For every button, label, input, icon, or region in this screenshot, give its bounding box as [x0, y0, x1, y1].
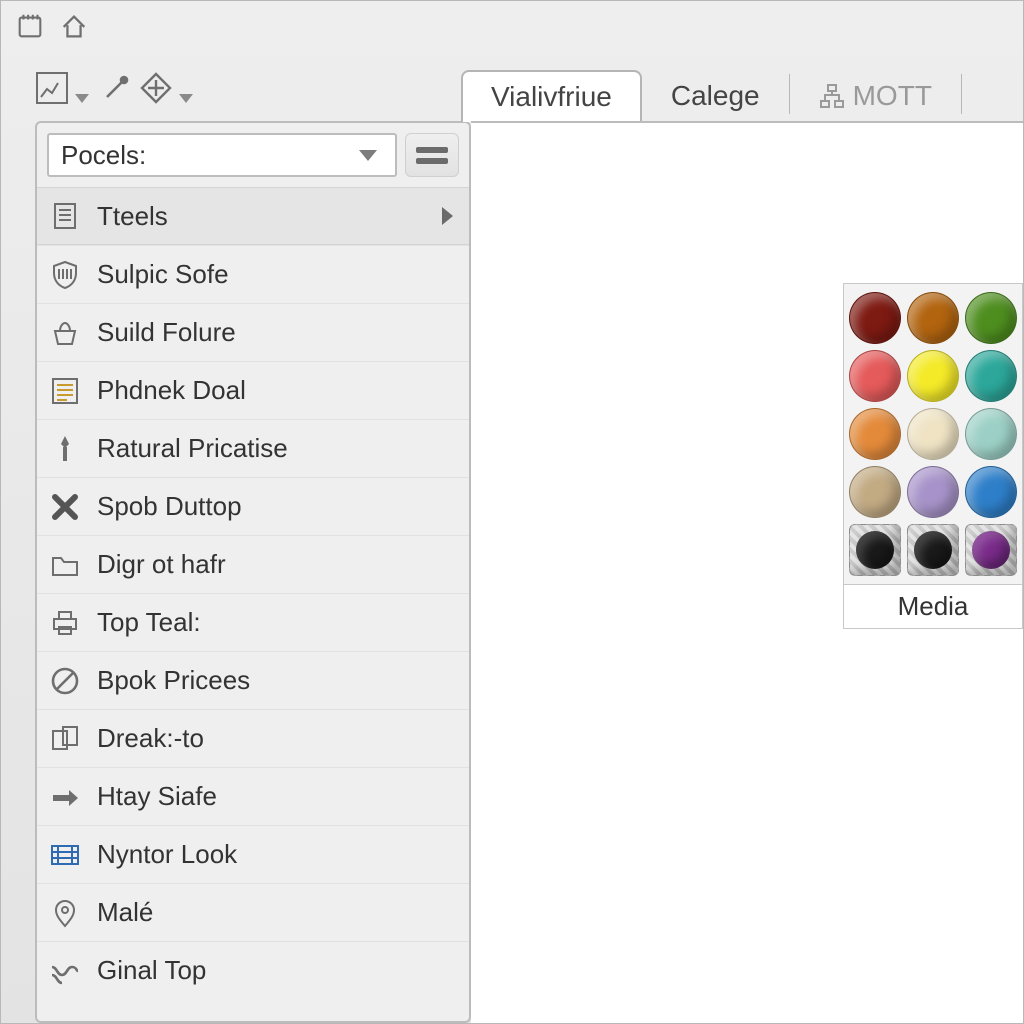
list-item-nyntor-look[interactable]: Nyntor Look — [37, 825, 469, 883]
color-swatch[interactable] — [849, 408, 901, 460]
list-item-label: Ginal Top — [97, 955, 206, 986]
pin-icon — [47, 895, 83, 931]
palette-label: Media — [843, 585, 1023, 629]
tab-bar: Vialivfriue Calege MOTT — [461, 66, 962, 122]
list-item-label: Sulpic Sofe — [97, 259, 229, 290]
canvas-area[interactable]: Media — [471, 121, 1023, 1023]
list-item-label: Spob Duttop — [97, 491, 242, 522]
list-item-tteels[interactable]: Tteels — [37, 187, 469, 245]
color-swatch[interactable] — [849, 350, 901, 402]
list-item-spob-duttop[interactable]: Spob Duttop — [37, 477, 469, 535]
home-icon[interactable] — [59, 11, 89, 46]
notebook-icon[interactable] — [15, 11, 45, 46]
color-swatch[interactable] — [965, 408, 1017, 460]
titlebar — [1, 1, 1023, 49]
item-list: Tteels Sulpic Sofe Suild Folure — [37, 187, 469, 1021]
app-window: Vialivfriue Calege MOTT — [0, 0, 1024, 1024]
list-item-bpok-pricees[interactable]: Bpok Pricees — [37, 651, 469, 709]
side-panel-header: Pocels: — [37, 123, 469, 187]
main-area: Pocels: Tteels — [1, 121, 1023, 1023]
basket-icon — [47, 315, 83, 351]
tab-label: Vialivfriue — [491, 81, 612, 113]
hamburger-line — [416, 158, 448, 164]
list-item-male[interactable]: Malé — [37, 883, 469, 941]
tab-mott[interactable]: MOTT — [790, 70, 961, 122]
list-item-label: Bpok Pricees — [97, 665, 250, 696]
list-item-label: Htay Siafe — [97, 781, 217, 812]
wave-icon — [47, 953, 83, 989]
list-item-label: Tteels — [97, 201, 168, 232]
diamond-tool-button[interactable] — [139, 69, 173, 107]
list-item-digr-ot-hafr[interactable]: Digr ot hafr — [37, 535, 469, 593]
printer-icon — [47, 605, 83, 641]
color-swatch[interactable] — [965, 466, 1017, 518]
list-item-label: Digr ot hafr — [97, 549, 226, 580]
color-swatch[interactable] — [965, 292, 1017, 344]
color-swatch[interactable] — [965, 350, 1017, 402]
list-item-ginal-top[interactable]: Ginal Top — [37, 941, 469, 999]
color-swatch[interactable] — [849, 466, 901, 518]
network-icon — [819, 83, 845, 109]
document-icon — [47, 198, 83, 234]
wand-tool-button[interactable] — [99, 69, 133, 107]
toolbar-row: Vialivfriue Calege MOTT — [1, 49, 1023, 121]
list-item-htay-siafe[interactable]: Htay Siafe — [37, 767, 469, 825]
pattern-swatch[interactable] — [849, 524, 901, 576]
list-item-dreak-to[interactable]: Dreak:-to — [37, 709, 469, 767]
list-item-label: Dreak:-to — [97, 723, 204, 754]
color-swatch[interactable] — [907, 350, 959, 402]
color-swatch[interactable] — [907, 408, 959, 460]
list-item-label: Ratural Pricatise — [97, 433, 288, 464]
color-swatch[interactable] — [907, 292, 959, 344]
category-combo-label: Pocels: — [61, 140, 146, 171]
chevron-down-icon — [359, 150, 377, 161]
film-icon — [47, 837, 83, 873]
color-swatch[interactable] — [907, 466, 959, 518]
color-palette-panel: Media — [843, 283, 1023, 629]
list-item-sulpic-sofe[interactable]: Sulpic Sofe — [37, 245, 469, 303]
x-icon — [47, 489, 83, 525]
tab-label: Calege — [671, 80, 760, 112]
list-item-top-teal[interactable]: Top Teal: — [37, 593, 469, 651]
tab-separator — [961, 74, 962, 114]
cards-icon — [47, 721, 83, 757]
side-panel: Pocels: Tteels — [35, 121, 471, 1023]
pattern-swatch[interactable] — [907, 524, 959, 576]
color-palette-grid — [843, 283, 1023, 585]
category-combo[interactable]: Pocels: — [47, 133, 397, 177]
diamond-tool-dropdown-caret[interactable] — [179, 94, 193, 103]
folder-icon — [47, 547, 83, 583]
tab-label: MOTT — [853, 80, 932, 112]
list-item-ratural-pricatise[interactable]: Ratural Pricatise — [37, 419, 469, 477]
chart-tool-dropdown-caret[interactable] — [75, 94, 89, 103]
hamburger-line — [416, 147, 448, 153]
list-item-label: Top Teal: — [97, 607, 201, 638]
tab-calege[interactable]: Calege — [642, 70, 789, 122]
arrow-icon — [47, 779, 83, 815]
color-swatch[interactable] — [849, 292, 901, 344]
chart-tool-button[interactable] — [35, 69, 69, 107]
pattern-swatch[interactable] — [965, 524, 1017, 576]
list-item-suild-folure[interactable]: Suild Folure — [37, 303, 469, 361]
lines-icon — [47, 373, 83, 409]
tab-vialivfriue[interactable]: Vialivfriue — [461, 70, 642, 122]
list-item-phdnek-doal[interactable]: Phdnek Doal — [37, 361, 469, 419]
shield-icon — [47, 257, 83, 293]
list-item-label: Nyntor Look — [97, 839, 237, 870]
ban-icon — [47, 663, 83, 699]
list-item-label: Malé — [97, 897, 153, 928]
list-item-label: Phdnek Doal — [97, 375, 246, 406]
list-view-toggle-button[interactable] — [405, 133, 459, 177]
list-item-label: Suild Folure — [97, 317, 236, 348]
chevron-right-icon — [442, 207, 453, 225]
pen-icon — [47, 431, 83, 467]
